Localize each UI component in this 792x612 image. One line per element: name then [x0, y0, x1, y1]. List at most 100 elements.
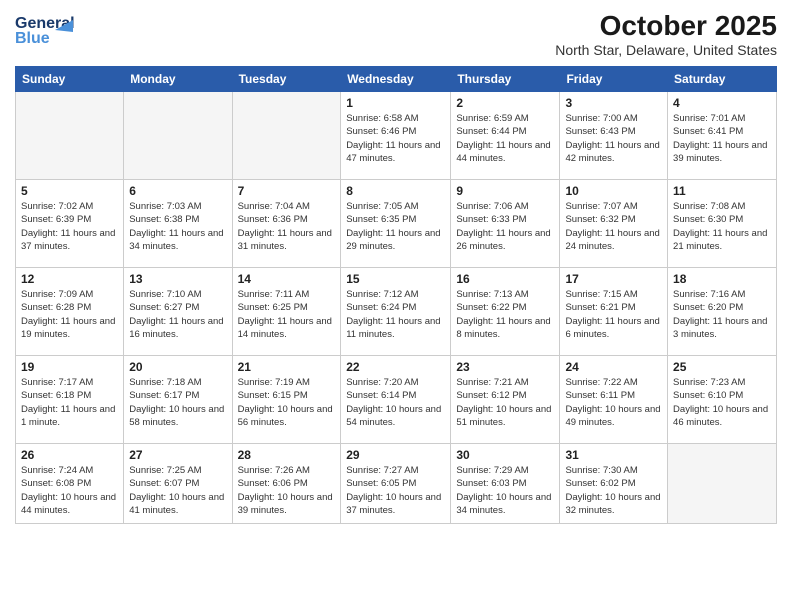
- day-info: Sunrise: 7:02 AM Sunset: 6:39 PM Dayligh…: [21, 200, 118, 253]
- table-row: 20 Sunrise: 7:18 AM Sunset: 6:17 PM Dayli…: [124, 356, 232, 444]
- table-row: 10 Sunrise: 7:07 AM Sunset: 6:32 PM Dayli…: [560, 180, 668, 268]
- day-number: 26: [21, 448, 118, 462]
- day-info: Sunrise: 6:59 AM Sunset: 6:44 PM Dayligh…: [456, 112, 554, 165]
- table-row: 6 Sunrise: 7:03 AM Sunset: 6:38 PM Daylig…: [124, 180, 232, 268]
- table-row: 15Sunrise: 7:12 AM Sunset: 6:24 PM Dayli…: [341, 268, 451, 356]
- day-number: 13: [129, 272, 226, 286]
- day-info: Sunrise: 7:05 AM Sunset: 6:35 PM Dayligh…: [346, 200, 445, 253]
- table-row: 26 Sunrise: 7:24 AM Sunset: 6:08 PM Dayli…: [16, 444, 124, 524]
- day-info: Sunrise: 7:07 AM Sunset: 6:32 PM Dayligh…: [565, 200, 662, 253]
- day-number: 18: [673, 272, 771, 286]
- day-info: Sunrise: 7:16 AM Sunset: 6:20 PM Dayligh…: [673, 288, 771, 341]
- day-info: Sunrise: 7:27 AM Sunset: 6:05 PM Dayligh…: [346, 464, 445, 517]
- day-info: Sunrise: 7:15 AM Sunset: 6:21 PM Dayligh…: [565, 288, 662, 341]
- day-info: Sunrise: 7:20 AM Sunset: 6:14 PM Dayligh…: [346, 376, 445, 429]
- day-info: Sunrise: 7:09 AM Sunset: 6:28 PM Dayligh…: [21, 288, 118, 341]
- col-monday: Monday: [124, 67, 232, 92]
- col-tuesday: Tuesday: [232, 67, 341, 92]
- table-row: 25 Sunrise: 7:23 AM Sunset: 6:10 PM Dayli…: [668, 356, 777, 444]
- svg-text:Blue: Blue: [15, 30, 50, 47]
- table-row: 9Sunrise: 7:06 AM Sunset: 6:33 PM Daylig…: [451, 180, 560, 268]
- table-row: 13Sunrise: 7:10 AM Sunset: 6:27 PM Dayli…: [124, 268, 232, 356]
- table-row: 16 Sunrise: 7:13 AM Sunset: 6:22 PM Dayli…: [451, 268, 560, 356]
- day-number: 21: [238, 360, 336, 374]
- table-row: 21 Sunrise: 7:19 AM Sunset: 6:15 PM Dayli…: [232, 356, 341, 444]
- day-number: 4: [673, 96, 771, 110]
- col-wednesday: Wednesday: [341, 67, 451, 92]
- day-info: Sunrise: 7:29 AM Sunset: 6:03 PM Dayligh…: [456, 464, 554, 517]
- page-title: October 2025: [555, 10, 777, 42]
- table-row: 14 Sunrise: 7:11 AM Sunset: 6:25 PM Dayli…: [232, 268, 341, 356]
- day-number: 7: [238, 184, 336, 198]
- day-number: 5: [21, 184, 118, 198]
- table-row: 27 Sunrise: 7:25 AM Sunset: 6:07 PM Dayli…: [124, 444, 232, 524]
- day-number: 23: [456, 360, 554, 374]
- day-number: 29: [346, 448, 445, 462]
- table-row: [16, 92, 124, 180]
- day-info: Sunrise: 6:58 AM Sunset: 6:46 PM Dayligh…: [346, 112, 445, 165]
- day-number: 10: [565, 184, 662, 198]
- table-row: 3 Sunrise: 7:00 AM Sunset: 6:43 PM Daylig…: [560, 92, 668, 180]
- day-info: Sunrise: 7:01 AM Sunset: 6:41 PM Dayligh…: [673, 112, 771, 165]
- title-block: October 2025 North Star, Delaware, Unite…: [555, 10, 777, 58]
- day-number: 25: [673, 360, 771, 374]
- day-info: Sunrise: 7:06 AM Sunset: 6:33 PM Dayligh…: [456, 200, 554, 253]
- day-info: Sunrise: 7:17 AM Sunset: 6:18 PM Dayligh…: [21, 376, 118, 429]
- day-number: 1: [346, 96, 445, 110]
- table-row: 29 Sunrise: 7:27 AM Sunset: 6:05 PM Dayli…: [341, 444, 451, 524]
- day-info: Sunrise: 7:22 AM Sunset: 6:11 PM Dayligh…: [565, 376, 662, 429]
- day-info: Sunrise: 7:13 AM Sunset: 6:22 PM Dayligh…: [456, 288, 554, 341]
- table-row: 8 Sunrise: 7:05 AM Sunset: 6:35 PM Daylig…: [341, 180, 451, 268]
- page: General Blue October 2025 North Star, De…: [0, 0, 792, 612]
- table-row: 11 Sunrise: 7:08 AM Sunset: 6:30 PM Dayli…: [668, 180, 777, 268]
- day-number: 24: [565, 360, 662, 374]
- day-info: Sunrise: 7:26 AM Sunset: 6:06 PM Dayligh…: [238, 464, 336, 517]
- day-number: 3: [565, 96, 662, 110]
- day-info: Sunrise: 7:23 AM Sunset: 6:10 PM Dayligh…: [673, 376, 771, 429]
- day-number: 30: [456, 448, 554, 462]
- day-number: 6: [129, 184, 226, 198]
- table-row: 22 Sunrise: 7:20 AM Sunset: 6:14 PM Dayli…: [341, 356, 451, 444]
- day-info: Sunrise: 7:12 AM Sunset: 6:24 PM Dayligh…: [346, 288, 445, 341]
- day-number: 22: [346, 360, 445, 374]
- day-number: 28: [238, 448, 336, 462]
- day-number: 17: [565, 272, 662, 286]
- table-row: [124, 92, 232, 180]
- table-row: 7 Sunrise: 7:04 AM Sunset: 6:36 PM Daylig…: [232, 180, 341, 268]
- table-row: 2Sunrise: 6:59 AM Sunset: 6:44 PM Daylig…: [451, 92, 560, 180]
- day-number: 19: [21, 360, 118, 374]
- day-number: 20: [129, 360, 226, 374]
- table-row: 28 Sunrise: 7:26 AM Sunset: 6:06 PM Dayli…: [232, 444, 341, 524]
- day-info: Sunrise: 7:18 AM Sunset: 6:17 PM Dayligh…: [129, 376, 226, 429]
- table-row: 24 Sunrise: 7:22 AM Sunset: 6:11 PM Dayli…: [560, 356, 668, 444]
- day-number: 11: [673, 184, 771, 198]
- day-number: 27: [129, 448, 226, 462]
- table-row: 19 Sunrise: 7:17 AM Sunset: 6:18 PM Dayli…: [16, 356, 124, 444]
- day-info: Sunrise: 7:21 AM Sunset: 6:12 PM Dayligh…: [456, 376, 554, 429]
- day-number: 16: [456, 272, 554, 286]
- day-info: Sunrise: 7:00 AM Sunset: 6:43 PM Dayligh…: [565, 112, 662, 165]
- day-number: 8: [346, 184, 445, 198]
- day-number: 14: [238, 272, 336, 286]
- table-row: [668, 444, 777, 524]
- day-info: Sunrise: 7:19 AM Sunset: 6:15 PM Dayligh…: [238, 376, 336, 429]
- col-thursday: Thursday: [451, 67, 560, 92]
- day-info: Sunrise: 7:24 AM Sunset: 6:08 PM Dayligh…: [21, 464, 118, 517]
- day-info: Sunrise: 7:04 AM Sunset: 6:36 PM Dayligh…: [238, 200, 336, 253]
- day-number: 12: [21, 272, 118, 286]
- table-row: 4 Sunrise: 7:01 AM Sunset: 6:41 PM Daylig…: [668, 92, 777, 180]
- day-info: Sunrise: 7:25 AM Sunset: 6:07 PM Dayligh…: [129, 464, 226, 517]
- table-row: 17 Sunrise: 7:15 AM Sunset: 6:21 PM Dayli…: [560, 268, 668, 356]
- col-saturday: Saturday: [668, 67, 777, 92]
- header: General Blue October 2025 North Star, De…: [15, 10, 777, 58]
- col-friday: Friday: [560, 67, 668, 92]
- day-number: 31: [565, 448, 662, 462]
- table-row: 5 Sunrise: 7:02 AM Sunset: 6:39 PM Daylig…: [16, 180, 124, 268]
- day-info: Sunrise: 7:30 AM Sunset: 6:02 PM Dayligh…: [565, 464, 662, 517]
- logo-icon: General Blue: [15, 10, 75, 50]
- day-info: Sunrise: 7:08 AM Sunset: 6:30 PM Dayligh…: [673, 200, 771, 253]
- logo: General Blue: [15, 10, 75, 50]
- day-info: Sunrise: 7:03 AM Sunset: 6:38 PM Dayligh…: [129, 200, 226, 253]
- table-row: 12 Sunrise: 7:09 AM Sunset: 6:28 PM Dayli…: [16, 268, 124, 356]
- day-info: Sunrise: 7:11 AM Sunset: 6:25 PM Dayligh…: [238, 288, 336, 341]
